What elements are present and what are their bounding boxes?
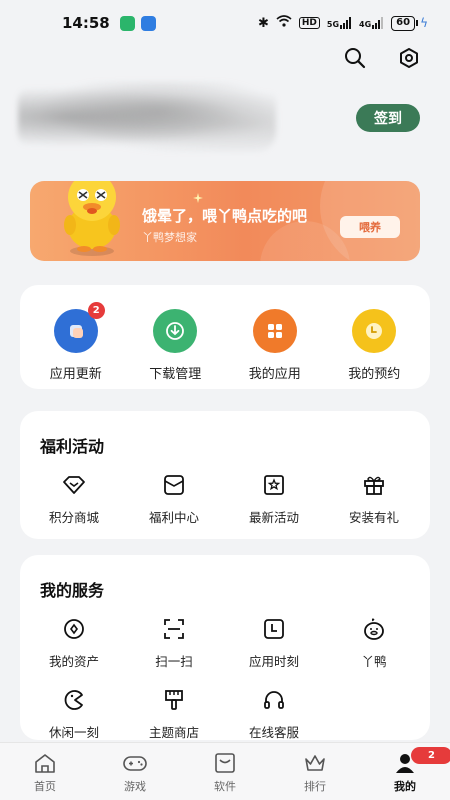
charging-icon: ϟ (420, 16, 428, 30)
quick-app-update[interactable]: 2 应用更新 (28, 302, 124, 382)
nav-home[interactable]: 首页 (5, 751, 85, 794)
service-item-duck[interactable]: 丫鸭 (324, 615, 424, 670)
quick-label: 我的预约 (348, 367, 401, 382)
quick-download-manager[interactable]: 下载管理 (127, 309, 223, 382)
search-icon[interactable] (342, 45, 368, 71)
translate-notification-icon (140, 15, 156, 31)
settings-icon[interactable] (396, 45, 422, 71)
quick-label: 我的应用 (248, 367, 301, 382)
crown-icon (302, 751, 328, 775)
nav-games[interactable]: 游戏 (95, 751, 175, 794)
nav-ranking[interactable]: 排行 (275, 751, 355, 794)
nav-profile[interactable]: 2 我的 (365, 747, 450, 794)
service-item-online-support[interactable]: 在线客服 (224, 686, 324, 741)
checkin-button[interactable]: 签到 (356, 104, 420, 132)
nav-software[interactable]: 软件 (185, 751, 265, 794)
welfare-card: 福利活动 积分商城 福利中心 最新活动 安装有礼 (20, 411, 430, 539)
header-actions (342, 45, 422, 71)
service-item-theme-store[interactable]: 主题商店 (124, 686, 224, 741)
wifi-icon (276, 15, 292, 31)
gamepad-icon (122, 751, 148, 775)
profile-notification-badge: 2 (411, 747, 450, 764)
welfare-item-install-gift[interactable]: 安装有礼 (324, 471, 424, 526)
points-mall-icon (59, 471, 89, 499)
status-indicators: ✱ HD 5G 4G 60 ϟ (258, 15, 428, 31)
gift-icon (359, 471, 389, 499)
banner-title: 饿晕了，喂丫鸭点吃的吧 (142, 207, 308, 225)
duck-mascot-icon (64, 181, 120, 256)
theme-store-icon (159, 686, 189, 714)
user-profile-blurred[interactable] (18, 82, 276, 152)
hd-voice-icon: HD (298, 17, 320, 29)
software-icon (212, 751, 238, 775)
welfare-item-welfare-center[interactable]: 福利中心 (124, 471, 224, 526)
battery-icon: 60 ϟ (391, 15, 428, 31)
bluetooth-icon: ✱ (257, 15, 269, 31)
sparkle-icon (193, 193, 203, 203)
quick-label: 应用更新 (49, 367, 102, 382)
app-time-icon (259, 615, 289, 643)
welfare-title: 福利活动 (40, 437, 105, 456)
app-update-icon: 2 (53, 302, 105, 353)
feed-button[interactable]: 喂养 (340, 216, 400, 238)
wechat-notification-icon (119, 15, 135, 31)
bottom-navigation: 首页 游戏 软件 排行 2 我的 (0, 742, 450, 800)
banner-subtitle: 丫鸭梦想家 (142, 231, 197, 244)
scan-icon (159, 615, 189, 643)
service-item-my-assets[interactable]: 我的资产 (24, 615, 124, 670)
duck-feed-banner[interactable]: 饿晕了，喂丫鸭点吃的吧 丫鸭梦想家 喂养 (30, 181, 420, 261)
duck-icon (359, 615, 389, 643)
welfare-item-points-mall[interactable]: 积分商城 (24, 471, 124, 526)
welfare-center-icon (159, 471, 189, 499)
signal-4g-icon: 4G (359, 17, 384, 29)
status-time: 14:58 (62, 14, 110, 32)
home-icon (32, 751, 58, 775)
services-title: 我的服务 (40, 581, 105, 600)
quick-actions-card: 2 应用更新 下载管理 我的应用 我的预约 (20, 285, 430, 389)
quick-label: 下载管理 (149, 367, 202, 382)
status-bar: 14:58 ✱ HD 5G 4G 60 ϟ (0, 0, 450, 46)
quick-my-apps[interactable]: 我的应用 (227, 309, 323, 382)
leisure-icon (59, 686, 89, 714)
quick-my-reservations[interactable]: 我的预约 (326, 309, 422, 382)
welfare-item-latest-activity[interactable]: 最新活动 (224, 471, 324, 526)
signal-5g-icon: 5G (327, 17, 352, 29)
download-icon (153, 309, 198, 353)
latest-activity-icon (259, 471, 289, 499)
reservation-icon (352, 309, 397, 353)
service-item-app-time[interactable]: 应用时刻 (224, 615, 324, 670)
assets-icon (59, 615, 89, 643)
services-card: 我的服务 我的资产 扫一扫 应用时刻 丫鸭 休闲一刻 主题商店 在线客服 (20, 555, 430, 740)
service-item-leisure[interactable]: 休闲一刻 (24, 686, 124, 741)
my-apps-icon (252, 309, 297, 353)
service-item-scan[interactable]: 扫一扫 (124, 615, 224, 670)
update-count-badge: 2 (87, 302, 105, 319)
headset-icon (259, 686, 289, 714)
